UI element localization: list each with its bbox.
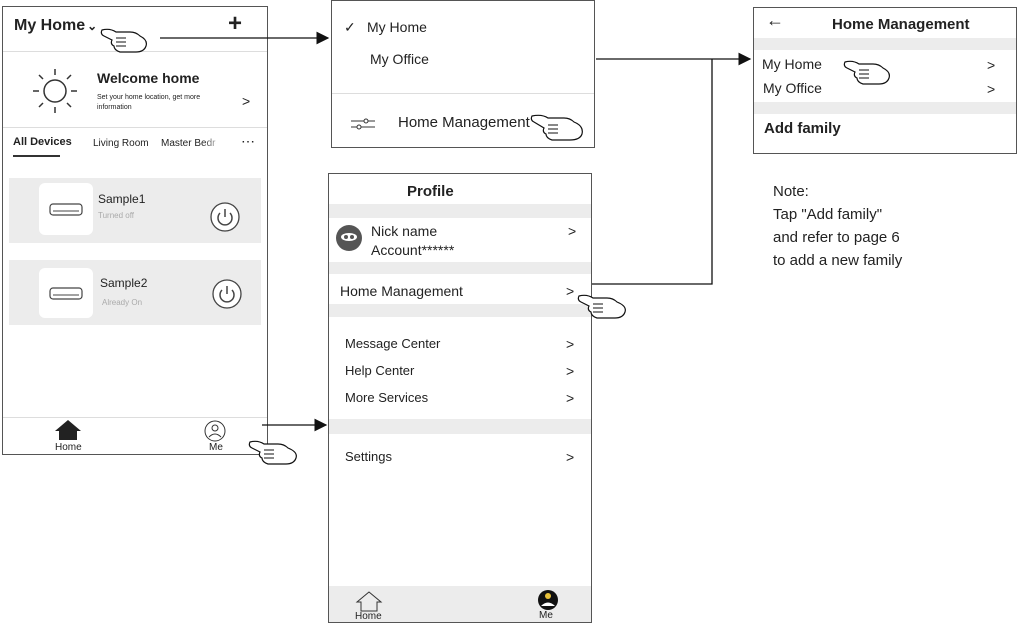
pointing-hand-icon bbox=[248, 440, 297, 465]
connector-profile-to-management bbox=[592, 59, 713, 285]
pointing-hand-icon bbox=[577, 294, 626, 319]
pointing-hand-icon bbox=[843, 60, 890, 85]
pointing-hand-icon bbox=[530, 114, 583, 141]
flow-arrows bbox=[160, 31, 752, 432]
pointing-hand-icon bbox=[100, 28, 147, 53]
